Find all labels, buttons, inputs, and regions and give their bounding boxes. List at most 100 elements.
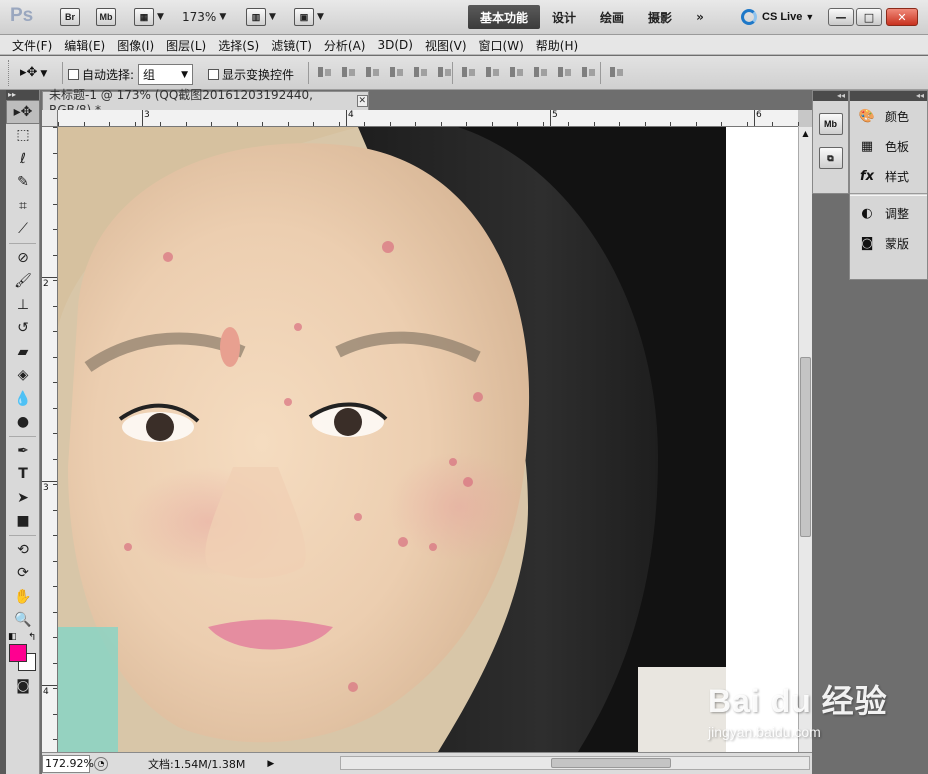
bridge-button[interactable]: Br — [60, 7, 80, 27]
document-close-icon[interactable]: ✕ — [356, 95, 368, 107]
collapsed-panel-icons: ◂◂ Mb ⧉ — [812, 90, 849, 194]
paint-bucket-tool[interactable]: ◈ — [6, 364, 40, 388]
swap-colors-icon[interactable]: ↰ — [28, 632, 36, 643]
document-tab[interactable]: 未标题-1 @ 173% (QQ截图20161203192440, RGB/8)… — [42, 88, 369, 117]
adjustments-panel-button[interactable]: ◐ 调整 — [850, 198, 927, 228]
distribute-left-icon[interactable] — [532, 65, 550, 79]
restore-button[interactable]: □ — [856, 8, 882, 26]
distribute-top-icon[interactable] — [460, 65, 478, 79]
distribute-right-icon[interactable] — [580, 65, 598, 79]
ruler-minor-tick — [670, 122, 671, 126]
minimize-button[interactable]: — — [828, 8, 854, 26]
menu-window[interactable]: 窗口(W) — [473, 35, 530, 55]
pen-tool[interactable]: ✒ — [6, 439, 40, 463]
healing-brush-tool[interactable]: ⊘ — [6, 246, 40, 270]
mini-bridge-panel-button[interactable]: Mb — [818, 113, 843, 135]
type-tool[interactable]: T — [6, 463, 40, 487]
workspace-more-button[interactable]: » — [684, 5, 716, 29]
eraser-tool[interactable]: ▰ — [6, 340, 40, 364]
color-panel-button[interactable]: 🎨 颜色 — [850, 101, 927, 131]
menu-analysis[interactable]: 分析(A) — [318, 35, 372, 55]
menu-image[interactable]: 图像(I) — [111, 35, 160, 55]
scroll-up-icon[interactable]: ▲ — [799, 127, 812, 141]
eyedropper-tool[interactable]: ⟋ — [6, 218, 40, 242]
image-canvas[interactable] — [58, 127, 798, 752]
horizontal-scrollbar[interactable] — [340, 756, 810, 770]
distribute-vertical-center-icon[interactable] — [484, 65, 502, 79]
align-horizontal-center-icon[interactable] — [412, 65, 430, 79]
vertical-ruler[interactable]: 2 3 4 — [42, 127, 58, 752]
vertical-scrollbar[interactable]: ▲ — [798, 127, 812, 752]
eraser-icon: ▰ — [17, 343, 29, 360]
menu-3d[interactable]: 3D(D) — [371, 35, 418, 55]
swatches-panel-button[interactable]: ▦ 色板 — [850, 131, 927, 161]
history-panel-button[interactable]: ⧉ — [818, 147, 843, 169]
horizontal-ruler[interactable]: 3 4 5 6 — [58, 110, 799, 127]
portrait-photo — [58, 127, 726, 752]
tool-preset-picker[interactable]: ▸✥ ▼ — [20, 65, 47, 80]
auto-align-layers-icon[interactable] — [608, 65, 626, 79]
workspace-photography[interactable]: 摄影 — [636, 5, 684, 29]
3d-orbit-tool[interactable]: ⟳ — [6, 562, 40, 586]
hand-tool[interactable]: ✋ — [6, 585, 40, 609]
lasso-tool[interactable]: ℓ — [6, 147, 40, 171]
workspace-switcher: 基本功能 设计 绘画 摄影 » — [468, 5, 716, 29]
mini-bridge-icon: Mb — [96, 8, 116, 26]
align-bottom-icon[interactable] — [364, 65, 382, 79]
crop-tool[interactable]: ⌗ — [6, 194, 40, 218]
path-selection-tool[interactable]: ➤ — [6, 486, 40, 510]
foreground-color-swatch[interactable] — [9, 644, 27, 662]
show-transform-controls-checkbox[interactable]: 显示变换控件 — [208, 66, 294, 83]
workspace-design[interactable]: 设计 — [540, 5, 588, 29]
styles-panel-button[interactable]: fx 样式 — [850, 161, 927, 191]
collapse-panels-icon[interactable]: ◂◂ — [850, 91, 927, 101]
screen-mode-button[interactable]: ▣ ▼ — [294, 7, 324, 27]
menu-view[interactable]: 视图(V) — [419, 35, 473, 55]
3d-rotate-tool[interactable]: ⟲ — [6, 538, 40, 562]
brush-tool[interactable]: 🖌 — [6, 270, 40, 294]
align-left-icon[interactable] — [388, 65, 406, 79]
marquee-tool[interactable]: ⬚ — [6, 124, 40, 148]
expand-panels-icon[interactable]: ◂◂ — [813, 91, 848, 101]
quick-selection-tool[interactable]: ✎ — [6, 171, 40, 195]
menu-layer[interactable]: 图层(L) — [160, 35, 212, 55]
workspace-essentials[interactable]: 基本功能 — [468, 5, 541, 29]
close-button[interactable]: ✕ — [886, 8, 918, 26]
quick-mask-button[interactable]: ◙ — [6, 674, 40, 698]
default-colors-icon[interactable]: ◧ — [8, 632, 17, 642]
horizontal-scroll-thumb[interactable] — [551, 758, 671, 768]
distribute-horizontal-center-icon[interactable] — [556, 65, 574, 79]
menu-filter[interactable]: 滤镜(T) — [265, 35, 318, 55]
options-bar-grip[interactable] — [8, 60, 11, 86]
zoom-tool[interactable]: 🔍 — [6, 609, 40, 633]
zoom-field[interactable]: 172.92% — [42, 754, 94, 773]
masks-panel-button[interactable]: ◙ 蒙版 — [850, 228, 927, 258]
auto-select-checkbox[interactable]: 自动选择: — [68, 66, 134, 83]
blur-tool[interactable]: 💧 — [6, 387, 40, 411]
view-extras-button[interactable]: ▦ ▼ — [134, 7, 164, 27]
clone-stamp-tool[interactable]: ⊥ — [6, 293, 40, 317]
zoom-level-select[interactable]: 173% ▼ — [182, 7, 226, 27]
vertical-scroll-thumb[interactable] — [800, 357, 811, 537]
status-info-icon[interactable]: ◔ — [94, 756, 108, 771]
menu-select[interactable]: 选择(S) — [212, 35, 265, 55]
menu-help[interactable]: 帮助(H) — [530, 35, 584, 55]
menu-edit[interactable]: 编辑(E) — [58, 35, 111, 55]
tools-panel-collapse-icon[interactable]: ▸▸ — [6, 90, 39, 100]
cs-live-button[interactable]: CS Live ▼ — [741, 8, 814, 26]
auto-select-dropdown[interactable]: 组 ▼ — [138, 64, 193, 85]
workspace-painting[interactable]: 绘画 — [588, 5, 636, 29]
align-vertical-center-icon[interactable] — [340, 65, 358, 79]
ruler-origin[interactable] — [42, 110, 58, 127]
ruler-label: 3 — [144, 110, 150, 120]
menu-file[interactable]: 文件(F) — [0, 35, 58, 55]
move-tool[interactable]: ▸✥ — [6, 100, 40, 124]
distribute-bottom-icon[interactable] — [508, 65, 526, 79]
shape-tool[interactable]: ■ — [6, 510, 40, 534]
status-menu-arrow-icon[interactable]: ▶ — [267, 759, 274, 769]
history-brush-tool[interactable]: ↺ — [6, 317, 40, 341]
arrange-documents-button[interactable]: ▥ ▼ — [246, 7, 276, 27]
dodge-tool[interactable]: ● — [6, 411, 40, 435]
align-top-icon[interactable] — [316, 65, 334, 79]
mini-bridge-button[interactable]: Mb — [96, 7, 116, 27]
